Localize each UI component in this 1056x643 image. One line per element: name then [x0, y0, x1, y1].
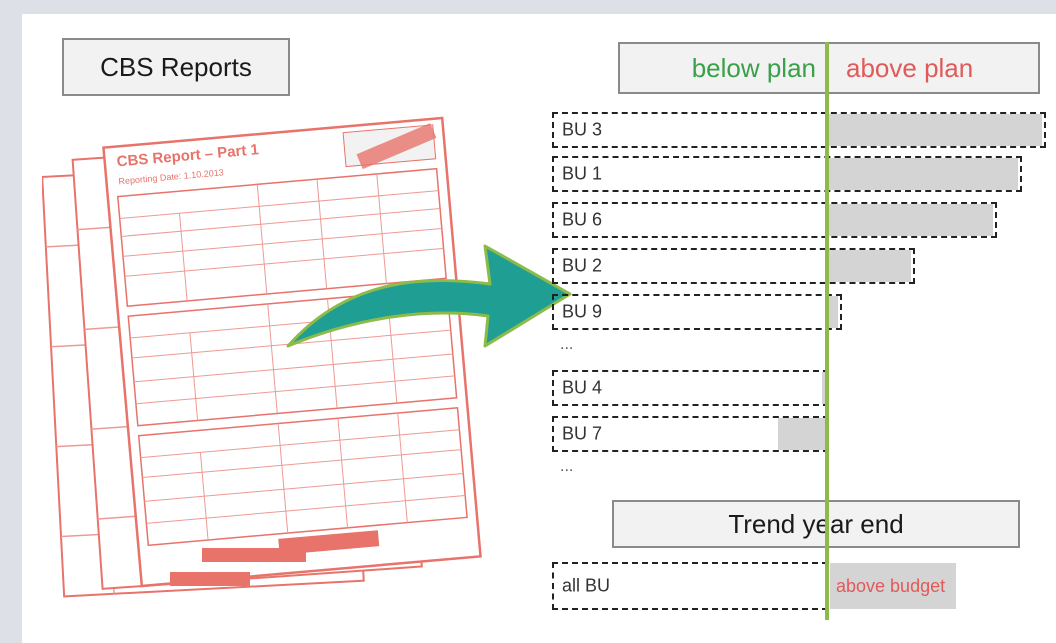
bu-row-label: BU 1 [562, 163, 603, 184]
bu-bar [777, 418, 827, 450]
above-budget-badge: above budget [830, 563, 956, 609]
flow-arrow-icon [286, 244, 572, 348]
bu-row-label: BU 4 [562, 377, 603, 398]
plan-header: below plan above plan [618, 42, 1040, 94]
bu-row-label: BU 3 [562, 119, 603, 140]
below-plan-label: below plan [691, 52, 816, 83]
bu-bar [829, 296, 838, 328]
bu-bar [829, 114, 1042, 146]
page-frame-top [0, 0, 1056, 14]
bu-bar [829, 204, 993, 236]
bu-bar [829, 158, 1019, 190]
ellipsis: ... [560, 336, 574, 353]
bu-row-label: BU 9 [562, 301, 603, 322]
above-plan-label: above plan [846, 52, 974, 83]
trend-row: all BU [552, 562, 828, 610]
plan-line [825, 42, 829, 620]
bu-row: BU 9 [552, 294, 842, 330]
report-footer-bar [170, 572, 250, 586]
bu-bar [829, 250, 911, 282]
ellipsis: ... [560, 458, 574, 475]
report-footer-bar [202, 548, 306, 562]
bu-row-label: BU 2 [562, 255, 603, 276]
trend-year-end-header: Trend year end [612, 500, 1020, 548]
page-frame-left [0, 0, 22, 643]
trend-row-label: all BU [562, 575, 611, 596]
cbs-reports-title: CBS Reports [62, 38, 290, 96]
bu-row: BU 4 [552, 370, 829, 406]
bu-row-label: BU 7 [562, 423, 603, 444]
bu-row-label: BU 6 [562, 209, 603, 230]
